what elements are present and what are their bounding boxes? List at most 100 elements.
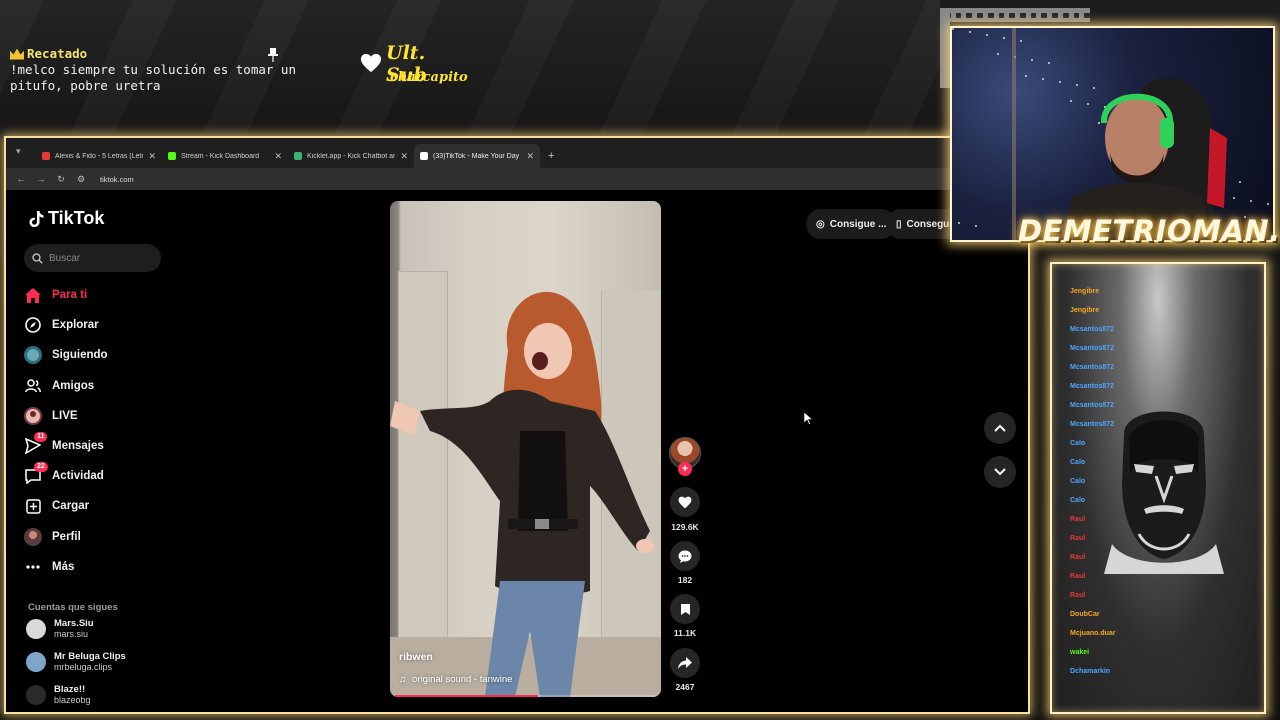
- chat-message: Mcsantos872: [1070, 415, 1260, 434]
- close-tab-icon[interactable]: ✕: [526, 151, 534, 162]
- share-count: 2467: [675, 682, 695, 692]
- previous-video-button[interactable]: [984, 412, 1016, 444]
- url-text[interactable]: tiktok.com: [100, 175, 134, 184]
- chat-username: Raul: [1070, 592, 1086, 599]
- compass-icon: [24, 316, 42, 334]
- comment-button[interactable]: [670, 541, 700, 571]
- chat-message: Raul: [1070, 548, 1260, 567]
- followed-account[interactable]: Mr Beluga Clips mrbeluga.clips: [26, 651, 126, 673]
- sidebar-item-cargar[interactable]: Cargar: [24, 491, 184, 521]
- next-video-button[interactable]: [984, 456, 1016, 488]
- last-subscriber-name: charcapito: [390, 70, 468, 85]
- tab-list: Alexis & Fido - 5 Letras (Letra) ✕ Stream …: [36, 144, 540, 168]
- music-note-icon: ♫: [399, 674, 407, 685]
- account-name: Mr Beluga Clips: [54, 651, 126, 662]
- chevron-down-icon: [994, 468, 1006, 476]
- sidebar-item-perfil[interactable]: Perfil: [24, 522, 184, 552]
- crown-icon: [10, 48, 24, 60]
- sidebar-item-actividad[interactable]: 22 Actividad: [24, 461, 184, 491]
- chat-username: Jengibre: [1070, 307, 1100, 314]
- chat-message: Calo: [1070, 453, 1260, 472]
- video-progress-bar[interactable]: [395, 695, 655, 697]
- chat-username: Calo: [1070, 440, 1086, 447]
- notification-badge: 22: [34, 462, 48, 473]
- browser-tab[interactable]: Stream - Kick Dashboard ✕: [162, 144, 288, 168]
- get-app-button[interactable]: ◎ Consigue ...: [806, 209, 897, 239]
- bookmark-icon: [680, 603, 690, 615]
- profile-avatar-icon: [24, 527, 42, 546]
- followed-account[interactable]: Mars.Siu mars.siu: [26, 618, 94, 640]
- chat-message: Raul: [1070, 529, 1260, 548]
- sidebar-item-explorar[interactable]: Explorar: [24, 310, 184, 340]
- tiktok-note-icon: [29, 210, 44, 227]
- chat-username: Mcsantos872: [1070, 421, 1114, 428]
- browser-tab[interactable]: Kicklet.app - Kick Chatbot and ✕: [288, 144, 414, 168]
- sidebar-item-siguiendo[interactable]: Siguiendo: [24, 340, 184, 370]
- chat-username: Mcsantos872: [1070, 326, 1114, 333]
- browser-tab[interactable]: (33)TikTok - Make Your Day ✕: [414, 144, 540, 168]
- chat-message: Jengibre: [1070, 301, 1260, 320]
- chat-username: wakei: [1070, 649, 1090, 656]
- chevron-up-icon: [994, 424, 1006, 432]
- search-box[interactable]: [24, 244, 161, 272]
- chat-message: Calo: [1070, 472, 1260, 491]
- save-button[interactable]: [670, 594, 700, 624]
- sidebar-item-label: Mensajes: [52, 440, 104, 453]
- search-input[interactable]: [49, 252, 149, 264]
- sidebar-item-amigos[interactable]: Amigos: [24, 371, 184, 401]
- chat-message: Jengibre: [1070, 282, 1260, 301]
- tab-search-icon[interactable]: ▾: [16, 146, 30, 160]
- reload-icon[interactable]: ↻: [56, 174, 66, 185]
- chat-username: Mcsantos872: [1070, 345, 1114, 352]
- share-button[interactable]: [670, 648, 700, 678]
- tab-title: Stream - Kick Dashboard: [181, 152, 260, 160]
- comment-count: 182: [677, 575, 693, 585]
- close-tab-icon[interactable]: ✕: [400, 151, 408, 162]
- sidebar-item-m-s[interactable]: Más: [24, 552, 184, 582]
- chat-username: Raul: [1070, 554, 1086, 561]
- chat-message: Raul: [1070, 567, 1260, 586]
- account-name: Mars.Siu: [54, 618, 94, 629]
- heart-icon: [360, 53, 382, 73]
- sidebar-item-label: Actividad: [52, 470, 104, 483]
- browser-window: ▾ Alexis & Fido - 5 Letras (Letra) ✕ Strea…: [4, 136, 1030, 714]
- chat-message: Mcsantos872: [1070, 377, 1260, 396]
- heart-icon: [678, 496, 692, 508]
- get-desktop-label: Consegui: [906, 218, 953, 230]
- follow-plus-button[interactable]: +: [678, 462, 692, 476]
- tiktok-page: TikTok Para ti Explorar Siguiendo Amigos LIV…: [6, 190, 1028, 712]
- chat-username: Mcsantos872: [1070, 383, 1114, 390]
- chat-message: Dchamarkin: [1070, 662, 1260, 681]
- new-tab-button[interactable]: +: [540, 150, 562, 168]
- chat-username: Calo: [1070, 497, 1086, 504]
- chat-username: Jengibre: [1070, 288, 1100, 295]
- followed-account[interactable]: Blaze!! blazeobg: [26, 684, 91, 706]
- back-icon[interactable]: ←: [16, 174, 26, 184]
- sidebar-item-label: Cargar: [52, 500, 90, 513]
- more-icon: [24, 558, 42, 576]
- close-tab-icon[interactable]: ✕: [148, 151, 156, 162]
- browser-tab[interactable]: Alexis & Fido - 5 Letras (Letra) ✕: [36, 144, 162, 168]
- video-sound[interactable]: ♫ original sound - tanwine: [399, 674, 512, 685]
- chat-message: Raul: [1070, 510, 1260, 529]
- stream-scene: Recatado !melco siempre tu solución es t…: [0, 0, 1280, 720]
- account-handle: blazeobg: [54, 695, 91, 705]
- sidebar-item-mensajes[interactable]: 11 Mensajes: [24, 431, 184, 461]
- forward-icon[interactable]: →: [36, 174, 46, 184]
- sidebar-item-live[interactable]: LIVE: [24, 401, 184, 431]
- mouse-cursor-icon: [804, 412, 813, 425]
- chat-message: Mcsantos872: [1070, 320, 1260, 339]
- video-player[interactable]: ribwen ♫ original sound - tanwine: [390, 201, 661, 697]
- streamer-name: DEMETRIOMAN....: [1018, 214, 1280, 248]
- site-info-icon[interactable]: ⚙: [76, 174, 86, 185]
- like-button[interactable]: [670, 487, 700, 517]
- featured-chat-message: Recatado !melco siempre tu solución es t…: [10, 46, 300, 94]
- sidebar-item-para-ti[interactable]: Para ti: [24, 280, 184, 310]
- following-avatar-icon: [24, 346, 42, 365]
- video-username[interactable]: ribwen: [399, 651, 433, 663]
- film-strip-vertical-decoration: [940, 8, 950, 88]
- chat-message: DoubCar: [1070, 605, 1260, 624]
- live-avatar-icon: [24, 406, 42, 425]
- close-tab-icon[interactable]: ✕: [274, 151, 282, 162]
- tiktok-logo[interactable]: TikTok: [28, 208, 104, 229]
